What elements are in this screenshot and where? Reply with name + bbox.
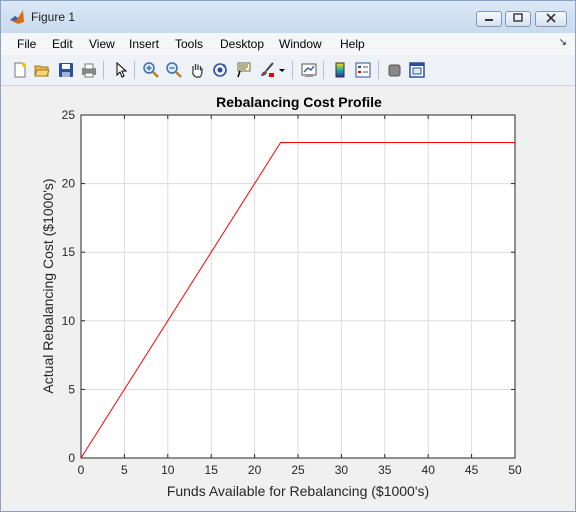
- x-tick-label: 10: [161, 463, 175, 477]
- insert-colorbar-icon[interactable]: [330, 60, 350, 80]
- y-tick-label: 0: [68, 451, 75, 465]
- maximize-icon: [513, 13, 523, 25]
- data-cursor-icon[interactable]: [233, 60, 253, 80]
- menu-view[interactable]: View: [89, 37, 115, 51]
- chart-title: Rebalancing Cost Profile: [216, 94, 382, 110]
- pan-hand-icon[interactable]: [187, 60, 207, 80]
- y-tick-label: 25: [62, 108, 76, 122]
- menu-bar: File Edit View Insert Tools Desktop Wind…: [1, 33, 575, 55]
- hide-plot-tools-icon[interactable]: [384, 60, 404, 80]
- show-plot-tools-icon[interactable]: [407, 60, 427, 80]
- minimize-icon: [484, 14, 494, 25]
- matlab-logo-icon: [9, 9, 25, 25]
- menu-file[interactable]: File: [17, 37, 36, 51]
- chart-svg: Rebalancing Cost Profile 0 5 10 15 20 25 30 35 4…: [40, 94, 522, 499]
- x-tick-label: 0: [78, 463, 85, 477]
- toolbar-separator: [292, 61, 293, 79]
- maximize-button[interactable]: [505, 11, 531, 27]
- figure-toolbar: [1, 55, 575, 86]
- menubar-dock-arrow-icon[interactable]: ↘: [559, 37, 567, 48]
- open-file-icon[interactable]: [32, 60, 52, 80]
- menu-edit[interactable]: Edit: [52, 37, 73, 51]
- close-button[interactable]: [535, 11, 567, 27]
- minimize-button[interactable]: [476, 11, 502, 27]
- link-plot-icon[interactable]: [299, 60, 319, 80]
- toolbar-separator: [103, 61, 104, 79]
- zoom-in-icon[interactable]: [141, 60, 161, 80]
- insert-legend-icon[interactable]: [353, 60, 373, 80]
- edit-plot-arrow-icon[interactable]: [111, 60, 131, 80]
- menu-help[interactable]: Help: [340, 37, 365, 51]
- toolbar-separator: [134, 61, 135, 79]
- brush-icon[interactable]: [257, 60, 277, 80]
- menu-window[interactable]: Window: [279, 37, 322, 51]
- x-tick-label: 35: [378, 463, 392, 477]
- brush-dropdown-icon[interactable]: [277, 60, 287, 80]
- x-axis-label: Funds Available for Rebalancing ($1000's…: [167, 483, 429, 499]
- menu-desktop[interactable]: Desktop: [220, 37, 264, 51]
- x-tick-label: 15: [205, 463, 219, 477]
- close-icon: [546, 12, 556, 26]
- x-tick-label: 5: [121, 463, 128, 477]
- y-tick-label: 5: [68, 382, 75, 396]
- toolbar-separator: [378, 61, 379, 79]
- y-axis-label: Actual Rebalancing Cost ($1000's): [40, 178, 56, 393]
- figure-window: Figure 1 File Edit View Insert Tools Des…: [0, 0, 576, 512]
- menu-tools[interactable]: Tools: [175, 37, 203, 51]
- figure-canvas: Rebalancing Cost Profile 0 5 10 15 20 25 30 35 4…: [1, 86, 575, 511]
- x-tick-label: 45: [465, 463, 479, 477]
- window-title: Figure 1: [31, 10, 76, 24]
- new-figure-icon[interactable]: [10, 60, 30, 80]
- x-tick-label: 50: [508, 463, 522, 477]
- print-icon[interactable]: [79, 60, 99, 80]
- save-icon[interactable]: [56, 60, 76, 80]
- menu-insert[interactable]: Insert: [129, 37, 159, 51]
- toolbar-separator: [323, 61, 324, 79]
- x-tick-label: 25: [291, 463, 305, 477]
- y-tick-label: 20: [62, 177, 76, 191]
- x-tick-label: 40: [422, 463, 436, 477]
- title-bar: Figure 1: [1, 1, 575, 33]
- rotate-3d-icon[interactable]: [210, 60, 230, 80]
- y-tick-label: 10: [62, 314, 76, 328]
- y-tick-label: 15: [62, 245, 76, 259]
- x-tick-label: 30: [335, 463, 349, 477]
- x-tick-label: 20: [248, 463, 262, 477]
- zoom-out-icon[interactable]: [164, 60, 184, 80]
